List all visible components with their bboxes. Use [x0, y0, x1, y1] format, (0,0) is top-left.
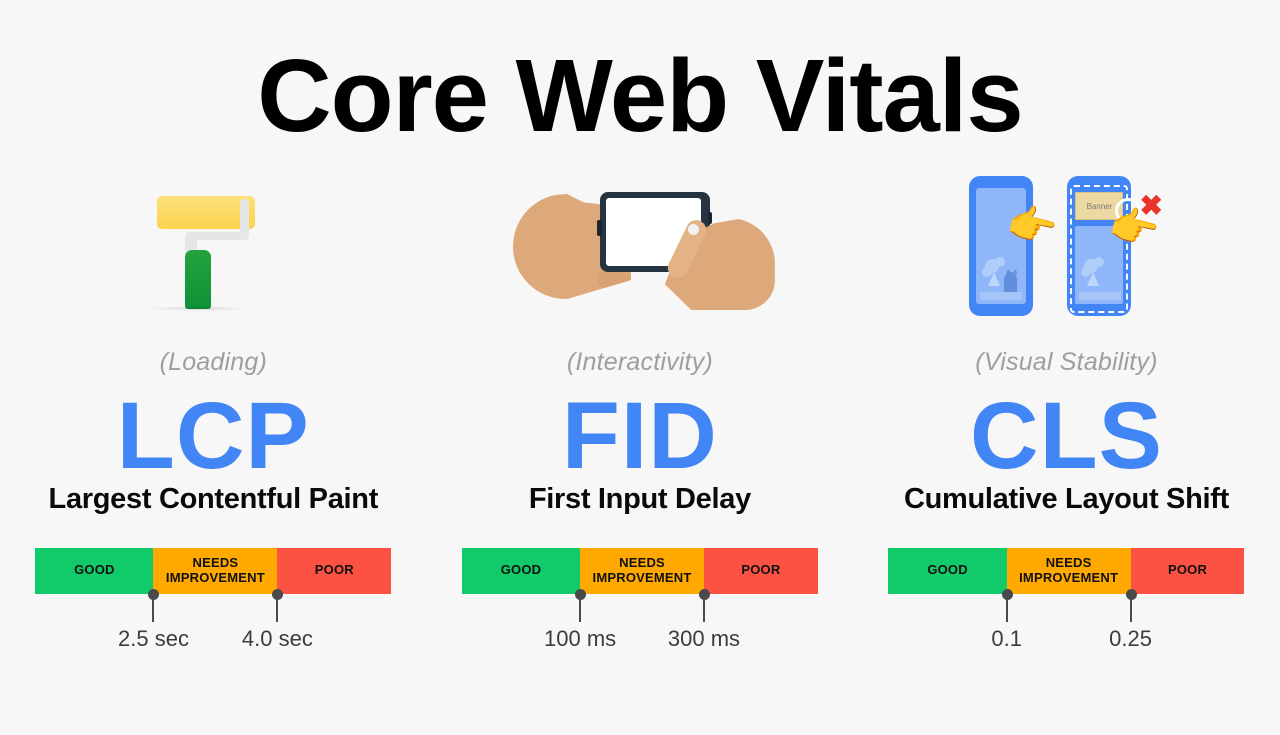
cls-needs-line2: IMPROVEMENT	[1019, 569, 1119, 585]
phone-side-button	[596, 220, 602, 236]
lcp-needs-line1: NEEDS	[192, 554, 239, 570]
fid-segment-good: GOOD	[461, 547, 581, 594]
metric-column-cls: 👉 Banner 👉 ✖ (Visual Stability) CLS Cumu…	[853, 170, 1280, 730]
lcp-segment-poor: POOR	[277, 547, 392, 594]
metrics-columns: (Loading) LCP Largest Contentful Paint G…	[0, 170, 1280, 730]
cls-bar: GOOD NEEDS IMPROVEMENT POOR	[888, 547, 1245, 594]
marker-dot	[148, 588, 160, 600]
roller-grip	[185, 250, 212, 309]
fid-threshold-bar: GOOD NEEDS IMPROVEMENT POOR 100 ms 300 m…	[461, 547, 818, 672]
lcp-subtitle: (Loading)	[159, 348, 268, 376]
fid-segment-poor: POOR	[703, 547, 818, 594]
cls-acronym: CLS	[969, 383, 1163, 489]
fid-fullname: First Input Delay	[528, 482, 751, 515]
lcp-segment-needs-improvement: NEEDS IMPROVEMENT	[153, 547, 278, 594]
lcp-threshold-label-2: 4.0 sec	[241, 625, 313, 651]
cls-fullname: Cumulative Layout Shift	[903, 482, 1229, 515]
lcp-acronym: LCP	[116, 383, 310, 489]
marker-dot	[698, 588, 710, 600]
cls-needs-line1: NEEDS	[1045, 554, 1092, 570]
cls-markers: 0.1 0.25	[888, 588, 1244, 672]
marker-dot	[272, 588, 284, 600]
lcp-markers: 2.5 sec 4.0 sec	[35, 588, 391, 672]
lcp-needs-line2: IMPROVEMENT	[165, 569, 265, 585]
roller-shadow	[147, 306, 250, 311]
tap-indicator	[687, 224, 699, 235]
fid-subtitle: (Interactivity)	[566, 348, 713, 376]
cls-segment-good: GOOD	[888, 547, 1007, 594]
lcp-icon-area	[0, 170, 427, 320]
lcp-threshold-bar: GOOD NEEDS IMPROVEMENT POOR 2.5 sec 4.0 …	[35, 547, 392, 672]
page-title: Core Web Vitals	[257, 38, 1023, 153]
cls-icon-area: 👉 Banner 👉 ✖	[853, 170, 1280, 320]
fid-markers: 100 ms 300 ms	[462, 588, 818, 672]
cls-segment-needs-improvement: NEEDS IMPROVEMENT	[1006, 547, 1131, 594]
metric-column-fid: (Interactivity) FID First Input Delay GO…	[427, 170, 854, 730]
fid-bar: GOOD NEEDS IMPROVEMENT POOR	[461, 547, 818, 594]
cat-illustration-icon	[980, 257, 1023, 300]
hand-tapping-phone-icon	[505, 178, 775, 313]
fid-segment-needs-improvement: NEEDS IMPROVEMENT	[580, 547, 704, 594]
fid-needs-line1: NEEDS	[619, 554, 665, 570]
finger-3	[596, 269, 631, 292]
fid-threshold-label-1: 100 ms	[544, 625, 617, 651]
marker-dot	[575, 588, 587, 600]
pointing-hand-emoji-before: 👉	[1002, 198, 1062, 254]
lcp-bar: GOOD NEEDS IMPROVEMENT POOR	[35, 547, 392, 594]
fid-needs-line2: IMPROVEMENT	[592, 569, 692, 585]
layout-shift-phones-icon: 👉 Banner 👉 ✖	[961, 170, 1171, 320]
lcp-threshold-label-1: 2.5 sec	[118, 625, 189, 651]
marker-dot	[1125, 588, 1137, 600]
marker-dot	[1001, 588, 1013, 600]
metric-column-lcp: (Loading) LCP Largest Contentful Paint G…	[0, 170, 427, 730]
fid-threshold-label-2: 300 ms	[667, 625, 741, 651]
cls-segment-poor: POOR	[1130, 547, 1245, 594]
phone-top-button	[707, 212, 712, 224]
fid-icon-area	[427, 170, 854, 320]
lcp-segment-good: GOOD	[35, 547, 154, 594]
fid-acronym: FID	[561, 383, 718, 489]
cls-threshold-label-1: 0.1	[991, 625, 1022, 651]
cls-threshold-bar: GOOD NEEDS IMPROVEMENT POOR 0.1 0.25	[888, 547, 1245, 672]
paint-roller-icon	[143, 170, 283, 320]
cls-threshold-label-2: 0.25	[1109, 625, 1152, 651]
cls-subtitle: (Visual Stability)	[975, 348, 1158, 376]
error-cross-icon: ✖	[1139, 190, 1163, 221]
lcp-fullname: Largest Contentful Paint	[48, 482, 379, 515]
core-web-vitals-infographic: Core Web Vitals (Loading) LCP Largest Co…	[0, 0, 1280, 735]
